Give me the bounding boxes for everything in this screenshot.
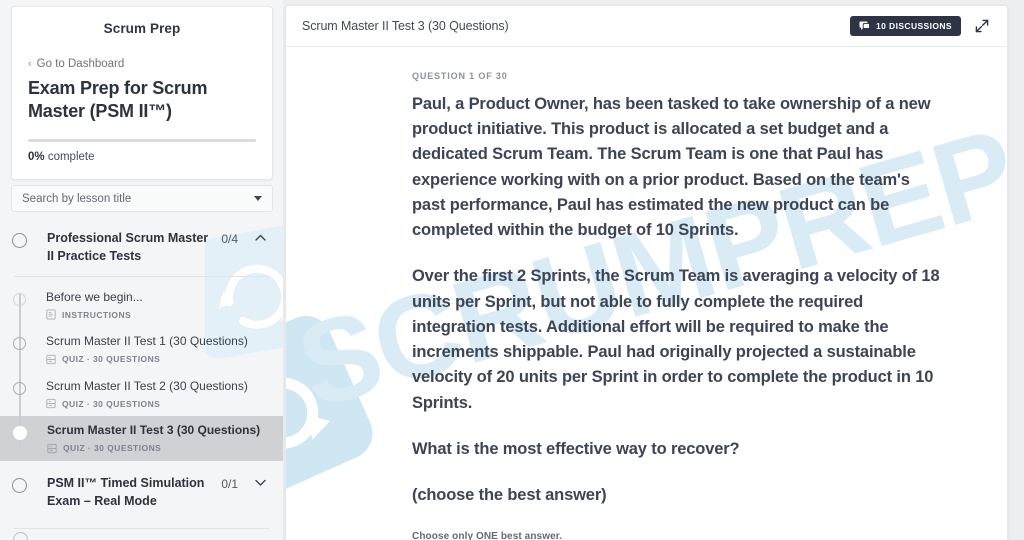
breadcrumb: Scrum Master II Test 3 (30 Questions) [302, 19, 509, 33]
list-item[interactable]: Scrum Master II Test 1 (30 Questions) QU… [0, 327, 283, 372]
lesson-meta-label: QUIZ · 30 QUESTIONS [62, 398, 161, 409]
lesson-title: Before we begin... [46, 289, 143, 304]
lesson-body: Scrum Master II Test 2 (30 Questions) QU… [36, 379, 269, 410]
discussions-button[interactable]: 10 DISCUSSIONS [850, 16, 961, 36]
quiz-icon [47, 443, 57, 453]
main-area: Scrum Master II Test 3 (30 Questions) 10… [283, 0, 1024, 540]
quiz-icon [46, 354, 56, 364]
go-to-dashboard-link[interactable]: ‹ Go to Dashboard [28, 58, 256, 70]
timeline-rail [19, 292, 21, 447]
chevron-up-icon[interactable] [254, 234, 267, 241]
lesson-meta-label: QUIZ · 30 QUESTIONS [63, 443, 162, 454]
lesson-sections: Professional Scrum Master II Practice Te… [0, 222, 283, 530]
section-title: Professional Scrum Master II Practice Te… [47, 231, 209, 263]
section-practice-tests: Professional Scrum Master II Practice Te… [0, 222, 283, 461]
progress-bar [28, 138, 256, 142]
lesson-body: Scrum Master II Test 3 (30 Questions) QU… [37, 423, 269, 454]
circle-empty-icon [12, 477, 27, 493]
page-title: Exam Prep for Scrum Master (PSM II™) [28, 78, 208, 121]
question-counter: QUESTION 1 OF 30 [412, 71, 508, 81]
watermark-logo-icon [286, 307, 381, 509]
progress-percent: 0% [28, 150, 45, 163]
progress-text: 0% complete [28, 151, 256, 163]
course-sidebar: Scrum Prep ‹ Go to Dashboard Exam Prep f… [0, 0, 283, 540]
expand-arrows-icon [975, 19, 989, 33]
lesson-title: Scrum Master II Test 2 (30 Questions) [46, 378, 248, 393]
chevron-left-icon: ‹ [28, 57, 32, 70]
instructions-icon [46, 309, 56, 320]
search-placeholder: Search by lesson title [22, 192, 132, 205]
circle-empty-icon [12, 233, 27, 248]
go-to-dashboard-label: Go to Dashboard [36, 58, 125, 70]
lesson-list: Before we begin... INSTRUCTIONS Scrum Ma… [0, 277, 283, 461]
lesson-panel: Scrum Master II Test 3 (30 Questions) 10… [285, 5, 1008, 540]
lesson-title: Scrum Master II Test 3 (30 Questions) [47, 423, 261, 438]
section-header[interactable]: Professional Scrum Master II Practice Te… [0, 222, 283, 274]
progress-complete-label: complete [47, 150, 95, 163]
list-item-active[interactable]: Scrum Master II Test 3 (30 Questions) QU… [0, 416, 283, 461]
lesson-meta: QUIZ · 30 QUESTIONS [46, 398, 269, 409]
circle-filled-icon [13, 426, 27, 441]
lesson-meta: QUIZ · 30 QUESTIONS [47, 443, 269, 454]
quiz-icon [46, 399, 56, 409]
list-item[interactable]: Before we begin... INSTRUCTIONS [0, 283, 283, 328]
section-count: 0/1 [221, 476, 238, 491]
circle-empty-icon [13, 337, 26, 351]
question-hint: (choose the best answer) [412, 486, 607, 505]
chevron-down-icon[interactable] [254, 479, 267, 486]
lesson-title: Scrum Master II Test 1 (30 Questions) [46, 334, 248, 349]
course-player: Scrum Prep ‹ Go to Dashboard Exam Prep f… [0, 0, 1024, 540]
lesson-body: Scrum Master II Test 1 (30 Questions) QU… [36, 334, 269, 365]
question-text: Paul, a Product Owner, has been tasked t… [412, 92, 947, 508]
question-prompt: What is the most effective way to recove… [412, 439, 740, 458]
section-count: 0/4 [221, 232, 238, 246]
circle-empty-icon [13, 292, 26, 306]
section-timed-simulation: PSM II™ Timed Simulation Exam – Real Mod… [0, 461, 283, 530]
lesson-meta: INSTRUCTIONS [46, 309, 269, 320]
lesson-meta-label: INSTRUCTIONS [62, 309, 132, 320]
expand-button[interactable] [971, 15, 993, 37]
lesson-body: Before we begin... INSTRUCTIONS [36, 290, 269, 321]
question-paragraph: Over the first 2 Sprints, the Scrum Team… [412, 267, 940, 412]
question-paragraph: Paul, a Product Owner, has been tasked t… [412, 95, 931, 240]
lesson-meta: QUIZ · 30 QUESTIONS [46, 354, 269, 365]
search-input[interactable]: Search by lesson title [11, 185, 273, 212]
divider [14, 528, 269, 530]
circle-empty-icon [13, 381, 26, 395]
comment-icon [859, 21, 870, 30]
list-item[interactable]: Scrum Master II Test 2 (30 Questions) QU… [0, 372, 283, 417]
answer-instruction: Choose only ONE best answer. [412, 531, 563, 540]
discussions-label: 10 DISCUSSIONS [876, 21, 952, 31]
chevron-down-icon[interactable] [254, 196, 262, 201]
circle-empty-icon [13, 532, 28, 540]
section-header[interactable]: PSM II™ Timed Simulation Exam – Real Mod… [0, 461, 283, 519]
panel-header: Scrum Master II Test 3 (30 Questions) 10… [286, 6, 1007, 47]
lesson-meta-label: QUIZ · 30 QUESTIONS [62, 354, 161, 365]
section-title: PSM II™ Timed Simulation Exam – Real Mod… [47, 475, 205, 508]
course-summary-card: Scrum Prep ‹ Go to Dashboard Exam Prep f… [11, 6, 273, 180]
brand-title: Scrum Prep [103, 21, 181, 36]
question-content: SCRUMPREP QUESTION 1 OF 30 Paul, a Produ… [286, 47, 1007, 540]
